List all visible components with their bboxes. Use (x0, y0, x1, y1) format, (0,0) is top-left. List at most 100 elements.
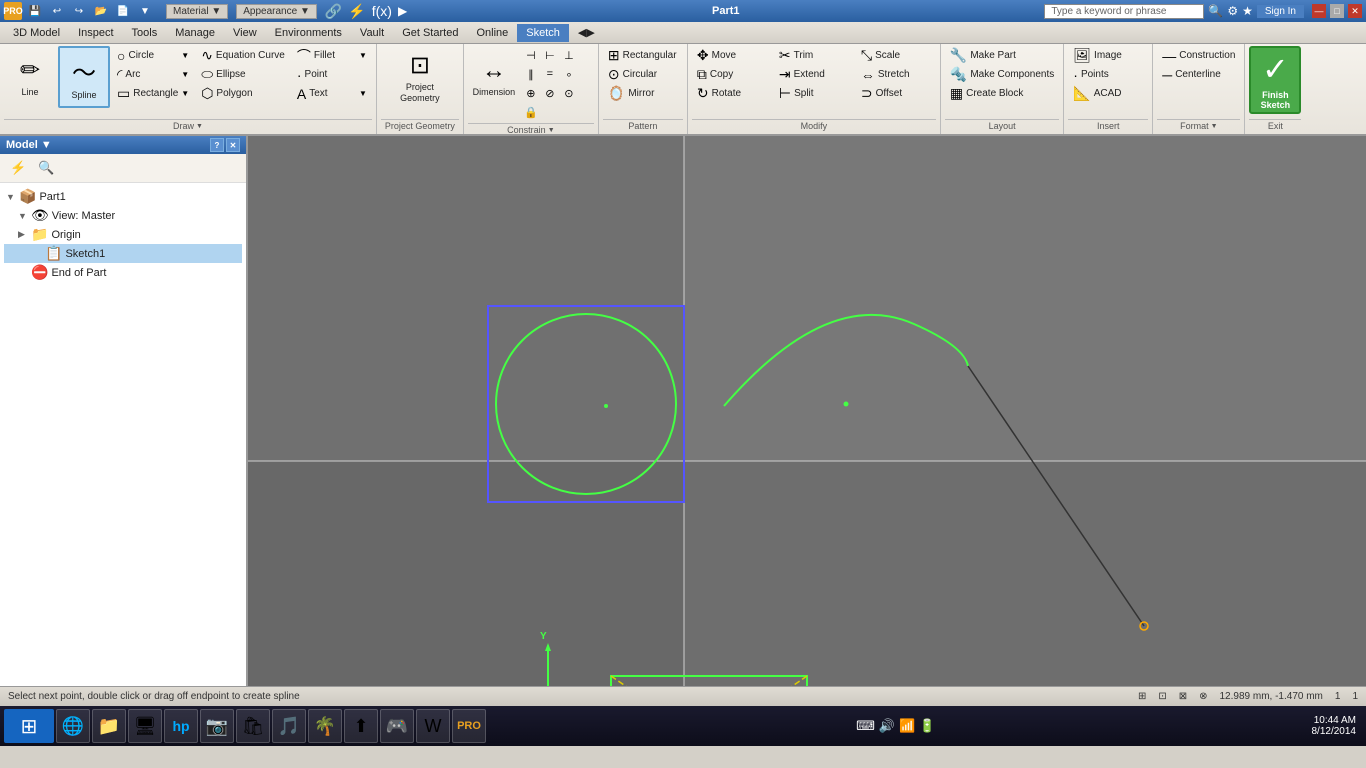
stretch-btn[interactable]: ⇔ Stretch (856, 65, 936, 84)
star-icon[interactable]: ★ (1242, 4, 1253, 18)
fillet-btn[interactable]: ⌒ Fillet ▼ (292, 46, 372, 65)
make-components-btn[interactable]: 🔩 Make Components (945, 65, 1059, 84)
insert-group-label[interactable]: Insert (1068, 119, 1148, 132)
line-btn[interactable]: ✏ Line (4, 46, 56, 108)
taskbar-word[interactable]: W (416, 709, 450, 743)
pattern-group-label[interactable]: Pattern (603, 119, 683, 132)
polygon-btn[interactable]: ⬡ Polygon (196, 84, 290, 103)
point-btn[interactable]: · Point (292, 65, 372, 84)
menu-inspect[interactable]: Inspect (69, 24, 122, 42)
taskbar-time[interactable]: 10:44 AM 8/12/2014 (1305, 713, 1362, 739)
rectangle-btn[interactable]: ▭ Rectangle ▼ (112, 84, 194, 103)
text-btn[interactable]: A Text ▼ (292, 84, 372, 103)
qa-open[interactable]: 📂 (92, 2, 110, 20)
sign-in-btn[interactable]: Sign In (1257, 5, 1304, 18)
pattern-btn-2[interactable]: ⊙ Circular (603, 65, 683, 84)
extend-btn[interactable]: ⇥ Extend (774, 65, 854, 84)
format-group-label[interactable]: Format ▼ (1157, 119, 1240, 132)
construction-btn[interactable]: — Construction (1157, 46, 1240, 65)
volume-icon[interactable]: 🔊 (879, 718, 895, 734)
finish-sketch-btn[interactable]: ✓ FinishSketch (1249, 46, 1301, 114)
centerline-btn[interactable]: ─ Centerline (1157, 65, 1240, 84)
start-button[interactable]: ⊞ (4, 709, 54, 743)
qa-icon1[interactable]: 🔗 (325, 3, 342, 20)
make-part-btn[interactable]: 🔧 Make Part (945, 46, 1059, 65)
draw-group-label[interactable]: Draw ▼ (4, 119, 372, 132)
taskbar-tree[interactable]: 🌴 (308, 709, 342, 743)
battery-icon[interactable]: 🔋 (919, 718, 935, 734)
qa-save[interactable]: 💾 (26, 2, 44, 20)
network-icon[interactable]: 📶 (899, 718, 915, 734)
close-btn[interactable]: ✕ (1348, 4, 1362, 18)
constrain-btn-4[interactable]: ∥ (522, 65, 540, 83)
rotate-btn[interactable]: ↻ Rotate (692, 84, 772, 103)
taskbar-camera[interactable]: 📷 (200, 709, 234, 743)
appearance-dropdown[interactable]: Appearance ▼ (236, 4, 317, 19)
tree-item-view-master[interactable]: ▼ 👁 View: Master (4, 206, 242, 225)
constrain-btn-6[interactable]: ∘ (560, 65, 578, 83)
menu-tools[interactable]: Tools (123, 24, 167, 42)
qa-redo[interactable]: ↪ (70, 2, 88, 20)
menu-online[interactable]: Online (467, 24, 517, 42)
status-icon-2[interactable]: ⊡ (1158, 691, 1166, 702)
project-geometry-btn[interactable]: ⊡ ProjectGeometry (394, 46, 446, 108)
options-icon[interactable]: ⚙ (1227, 4, 1238, 18)
material-dropdown[interactable]: Material ▼ (166, 4, 228, 19)
menu-vault[interactable]: Vault (351, 24, 393, 42)
pattern-btn-1[interactable]: ⊞ Rectangular (603, 46, 683, 65)
menu-3dmodel[interactable]: 3D Model (4, 24, 69, 42)
status-icon-1[interactable]: ⊞ (1138, 691, 1146, 702)
filter-btn[interactable]: ⚡ (6, 158, 30, 178)
copy-btn[interactable]: ⧉ Copy (692, 65, 772, 84)
constrain-btn-7[interactable]: ⊕ (522, 84, 540, 102)
constrain-btn-2[interactable]: ⊢ (541, 46, 559, 64)
acad-btn[interactable]: 📐 ACAD (1068, 84, 1148, 103)
search-model-btn[interactable]: 🔍 (34, 158, 58, 178)
canvas-area[interactable]: FRONT ⊙ ✋ + - ⊡ (248, 136, 1366, 686)
maximize-btn[interactable]: □ (1330, 4, 1344, 18)
pattern-btn-3[interactable]: 🪞 Mirror (603, 84, 683, 103)
constrain-group-label[interactable]: Constrain ▼ (468, 123, 594, 136)
search-icon[interactable]: 🔍 (1208, 4, 1223, 18)
equation-curve-btn[interactable]: ∿ Equation Curve (196, 46, 290, 65)
taskbar-game[interactable]: 🎮 (380, 709, 414, 743)
qa-icon2[interactable]: ⚡ (348, 3, 365, 20)
status-icon-3[interactable]: ⊠ (1179, 691, 1187, 702)
project-geometry-group-label[interactable]: Project Geometry (381, 119, 459, 132)
search-box[interactable]: Type a keyword or phrase (1044, 4, 1204, 19)
taskbar-hp[interactable]: hp (164, 709, 198, 743)
panel-question-btn[interactable]: ? (210, 138, 224, 152)
taskbar-music[interactable]: 🎵 (272, 709, 306, 743)
spline-btn[interactable]: 〜 Spline (58, 46, 110, 108)
image-btn[interactable]: 🖼 Image (1068, 46, 1148, 65)
taskbar-folder[interactable]: 📁 (92, 709, 126, 743)
panel-close-btn[interactable]: ✕ (226, 138, 240, 152)
taskbar-up[interactable]: ⬆ (344, 709, 378, 743)
taskbar-computer[interactable]: 🖥 (128, 709, 162, 743)
menu-more[interactable]: ◀▶ (569, 23, 604, 42)
tree-item-end-of-part[interactable]: ⛔ End of Part (4, 263, 242, 282)
constrain-btn-9[interactable]: ⊙ (560, 84, 578, 102)
minimize-btn[interactable]: — (1312, 4, 1326, 18)
menu-manage[interactable]: Manage (166, 24, 224, 42)
arc-btn[interactable]: ◜ Arc ▼ (112, 65, 194, 84)
trim-btn[interactable]: ✂ Trim (774, 46, 854, 65)
constrain-btn-8[interactable]: ⊘ (541, 84, 559, 102)
move-btn[interactable]: ✥ Move (692, 46, 772, 65)
qa-new[interactable]: 📄 (114, 2, 132, 20)
qa-undo[interactable]: ↩ (48, 2, 66, 20)
menu-view[interactable]: View (224, 24, 266, 42)
dimension-btn[interactable]: ↔ Dimension (468, 46, 520, 108)
constrain-btn-5[interactable]: = (541, 65, 559, 83)
points-btn[interactable]: · Points (1068, 65, 1148, 84)
status-icon-4[interactable]: ⊗ (1199, 691, 1207, 702)
qa-options[interactable]: ▼ (136, 2, 154, 20)
exit-group-label[interactable]: Exit (1249, 119, 1301, 132)
taskbar-store[interactable]: 🛍 (236, 709, 270, 743)
menu-environments[interactable]: Environments (266, 24, 351, 42)
tree-item-sketch1[interactable]: 📋 Sketch1 (4, 244, 242, 263)
menu-sketch[interactable]: Sketch (517, 24, 569, 42)
menu-getstarted[interactable]: Get Started (393, 24, 467, 42)
taskbar-inventor[interactable]: PRO (452, 709, 486, 743)
constrain-btn-1[interactable]: ⊣ (522, 46, 540, 64)
